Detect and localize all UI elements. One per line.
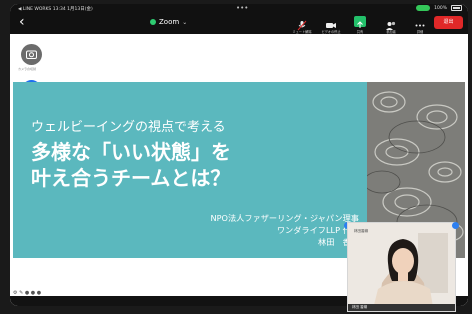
meeting-title[interactable]: Zoom ⌄ xyxy=(150,18,187,26)
stop-video-button[interactable]: ビデオの停止 xyxy=(319,16,343,34)
share-button[interactable]: 共有 xyxy=(348,16,372,34)
switch-camera-button[interactable] xyxy=(21,44,42,65)
call-pill-icon xyxy=(416,5,431,11)
switch-camera-label: カメラの切替 xyxy=(18,67,37,71)
participants-button[interactable]: 参加者 xyxy=(379,16,403,34)
chevron-down-icon: ⌄ xyxy=(182,18,188,26)
participant-video[interactable]: 林田香織 林田 香織 xyxy=(347,222,456,312)
shield-icon xyxy=(150,19,156,25)
unmute-button[interactable]: ミュート解除 xyxy=(290,16,314,34)
video-camera-icon xyxy=(325,16,337,28)
battery-percent: 100% xyxy=(434,5,447,11)
more-button[interactable]: 詳細 xyxy=(408,16,432,34)
more-icon xyxy=(414,16,426,27)
battery-icon xyxy=(451,5,462,11)
status-bar: ◀ LINE WORKS 13:34 1月13日(金) ••• 100% xyxy=(10,4,468,14)
top-toolbar: ◀ LINE WORKS 13:34 1月13日(金) ••• 100% ‹ Z… xyxy=(10,4,468,34)
participant-name-tag: 林田香織 xyxy=(354,229,368,233)
leave-button[interactable]: 退出 xyxy=(434,16,463,29)
slide-title-line1: 多様な「いい状態」を xyxy=(31,140,231,164)
status-indicators: 100% xyxy=(416,5,462,11)
slide-text-panel: ウェルビーイングの視点で考える 多様な「いい状態」を 叶え合うチームとは？ NP… xyxy=(13,82,367,258)
participant-name-bar: 林田 香織 xyxy=(348,304,455,311)
video-handle-right[interactable] xyxy=(452,222,459,229)
presenter-affiliation: NPO法人ファザーリング・ジャパン理事 xyxy=(210,213,359,223)
mic-muted-icon xyxy=(296,16,308,31)
slide-subtitle: ウェルビーイングの視点で考える xyxy=(31,120,226,135)
back-chevron-icon[interactable]: ‹ xyxy=(19,15,25,29)
participants-icon xyxy=(385,16,397,30)
share-screen-icon xyxy=(354,16,366,28)
camera-switch-icon xyxy=(26,50,37,59)
status-dots: ••• xyxy=(236,4,249,12)
slide-title-line2: 叶え合うチームとは？ xyxy=(31,166,231,190)
participant-person xyxy=(372,233,448,311)
meeting-title-text: Zoom xyxy=(159,18,180,26)
status-text: ◀ LINE WORKS 13:34 1月13日(金) xyxy=(18,7,93,12)
